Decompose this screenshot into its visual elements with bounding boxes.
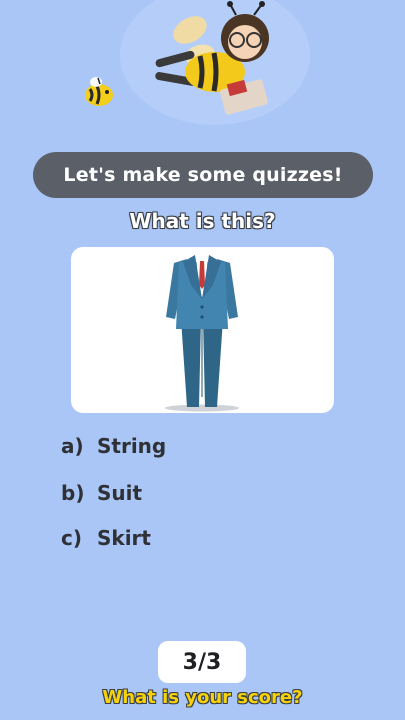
option-text: String — [97, 434, 167, 458]
option-text: Skirt — [97, 526, 151, 550]
answer-option-a[interactable]: a) String — [61, 434, 166, 458]
score-prompt: What is your score? — [102, 687, 303, 708]
bee-mascot-illustration — [0, 0, 405, 140]
option-text: Suit — [97, 481, 143, 505]
suit-illustration — [165, 255, 239, 412]
quiz-title-banner: Let's make some quizzes! — [33, 152, 373, 198]
question-image-card — [71, 247, 334, 413]
option-letter: b) — [61, 481, 85, 505]
answer-option-c[interactable]: c) Skirt — [61, 526, 151, 550]
small-bee-icon — [85, 77, 113, 106]
answer-option-b[interactable]: b) Suit — [61, 481, 142, 505]
option-letter: a) — [61, 434, 84, 458]
option-letter: c) — [61, 526, 82, 550]
question-text: What is this? — [129, 209, 276, 233]
score-display: 3/3 — [158, 641, 246, 683]
